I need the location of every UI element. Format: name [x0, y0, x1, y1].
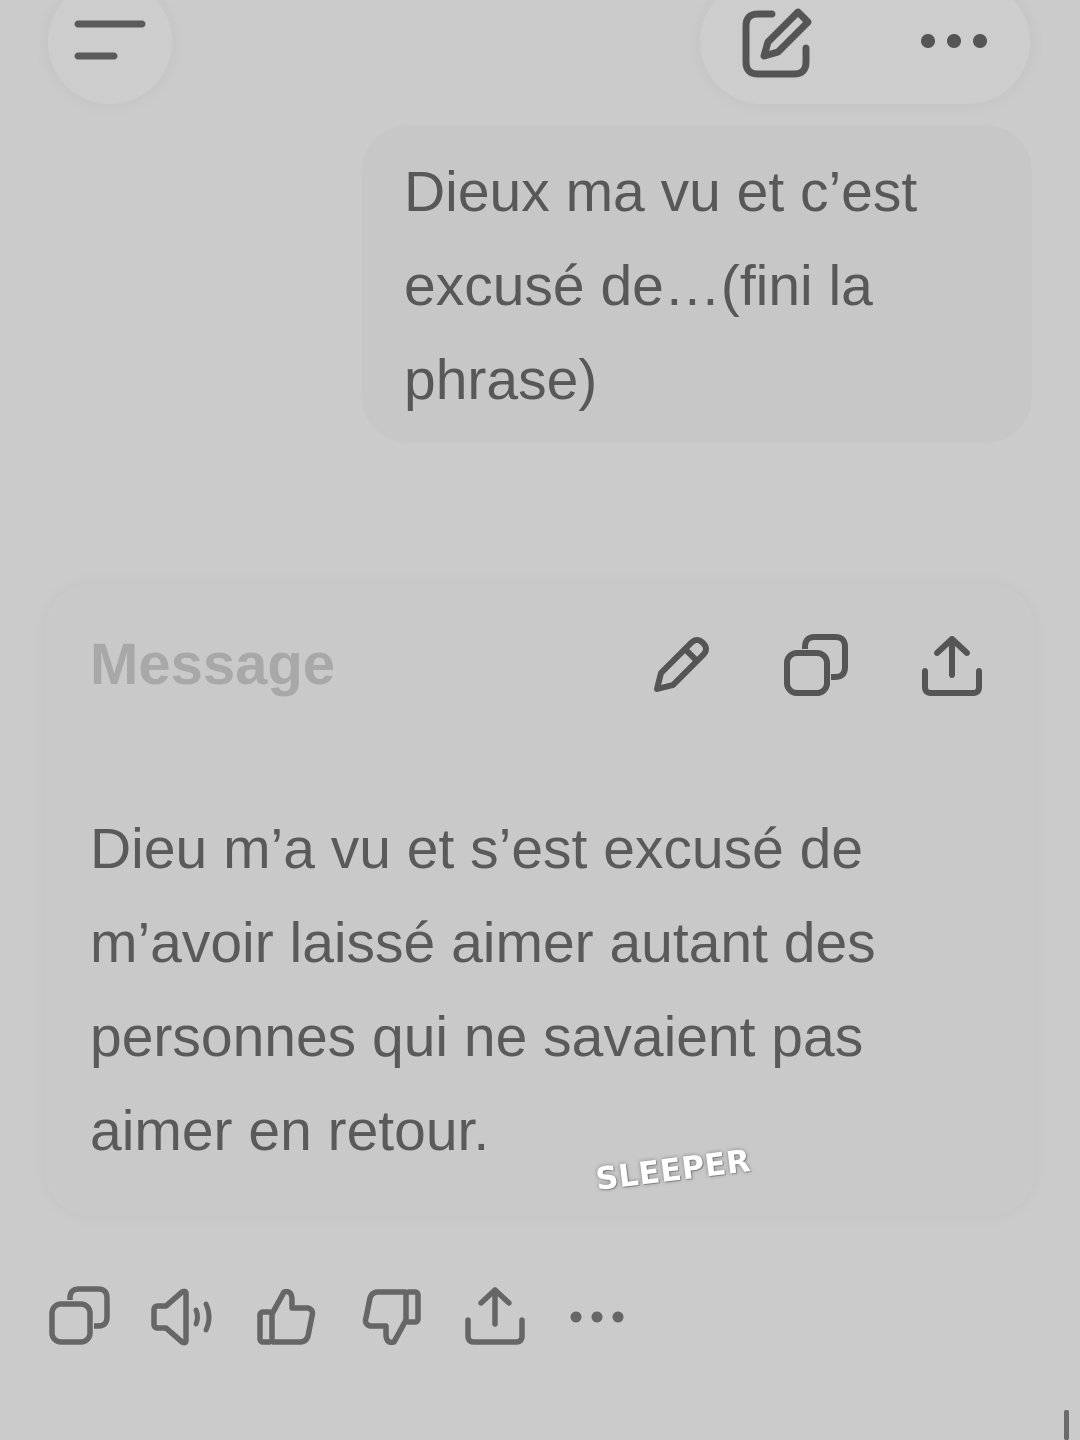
thumbs-up-icon[interactable] [254, 1284, 320, 1350]
menu-icon [74, 20, 146, 60]
read-aloud-speaker-icon[interactable] [150, 1284, 216, 1350]
card-title: Message [90, 632, 336, 697]
more-horizontal-icon[interactable] [564, 1284, 630, 1350]
response-text: Dieu m’a vu et s’est excusé de m’avoir l… [90, 817, 876, 1163]
pencil-icon[interactable] [645, 631, 715, 701]
message-action-bar [0, 1284, 1080, 1356]
new-chat-edit-icon[interactable] [738, 6, 814, 82]
copy-icon[interactable] [781, 631, 851, 701]
more-horizontal-icon[interactable] [914, 16, 994, 66]
share-icon[interactable] [917, 631, 987, 701]
thumbs-down-icon[interactable] [358, 1284, 424, 1350]
scroll-indicator[interactable] [1064, 1410, 1069, 1440]
user-message-text: Dieux ma vu et c’est excusé de…(fini la … [404, 160, 918, 412]
header-actions [700, 0, 1030, 104]
menu-button[interactable] [48, 0, 172, 104]
share-icon[interactable] [462, 1284, 528, 1350]
response-card: Message Dieu m’a vu et s’est excusé de m… [45, 583, 1035, 1217]
user-message-bubble: Dieux ma vu et c’est excusé de…(fini la … [362, 125, 1032, 443]
copy-icon[interactable] [48, 1284, 114, 1350]
